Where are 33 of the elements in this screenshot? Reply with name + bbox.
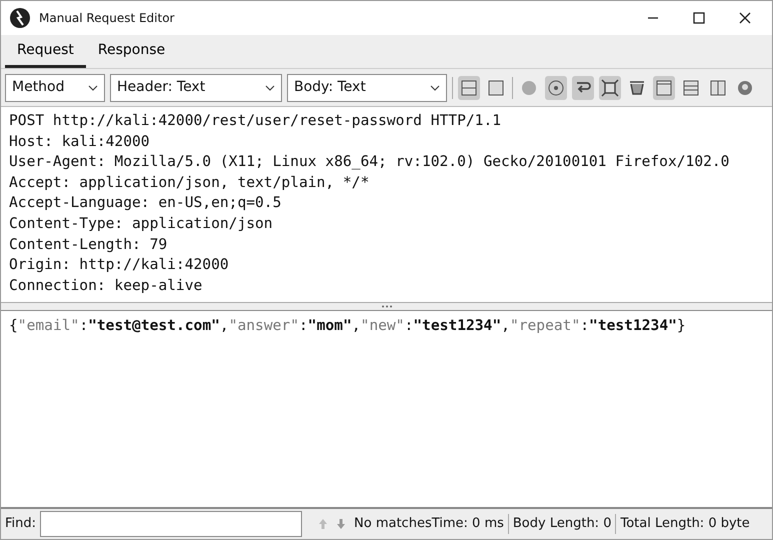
target-icon[interactable] (545, 76, 567, 100)
header-line: Accept: application/json, text/plain, */* (9, 172, 370, 193)
header-line: Content-Length: 79 (9, 234, 168, 255)
header-line: Connection: keep-alive (9, 276, 204, 296)
expand-icon[interactable] (599, 76, 621, 100)
header-line: Accept-Language: en-US,en;q=0.5 (9, 193, 282, 214)
time-status: Time: 0 ms (432, 515, 505, 534)
header-line: Content-Type: application/json (9, 214, 274, 234)
dropdown[interactable]: Header: Text (110, 74, 282, 102)
request-body-line: {"email":"test@test.com","answer":"mom","new":"test1234","repeat":"test1234"} (9, 316, 686, 336)
header-line: Origin: http://kali:42000 (9, 255, 230, 276)
close-icon (739, 12, 751, 24)
wrap-icon[interactable] (572, 76, 594, 100)
total-length-status: Total Length: 0 byte (615, 514, 754, 534)
header-line: User-Agent: Mozilla/5.0 (X11; Linux x86_64; rv:102.0) Gecko/20100101 Firefox/102.0 (9, 152, 730, 172)
caret-icon (265, 84, 275, 90)
find-field[interactable] (40, 511, 302, 537)
header-line: Host: kali:42000 (9, 132, 151, 152)
split-view-icon[interactable] (458, 76, 480, 100)
match-status: No matches (353, 515, 432, 534)
find-label: Find: (4, 515, 38, 534)
window-title: Manual Request Editor (39, 10, 176, 27)
body-length-status: Body Length: 0 (508, 514, 616, 534)
caret-icon (430, 84, 440, 90)
dropdown[interactable]: Method (5, 74, 105, 102)
tab[interactable]: Response (86, 35, 178, 68)
window-icon[interactable] (653, 76, 675, 100)
app-logo-icon (9, 7, 31, 29)
dropdown[interactable]: Body: Text (287, 74, 447, 102)
caret-icon (88, 84, 98, 90)
header-line: POST http://kali:42000/rest/user/reset-password HTTP/1.1 (9, 111, 502, 131)
splitter-handle-icon[interactable] (380, 305, 392, 308)
maximize-icon (693, 12, 705, 24)
